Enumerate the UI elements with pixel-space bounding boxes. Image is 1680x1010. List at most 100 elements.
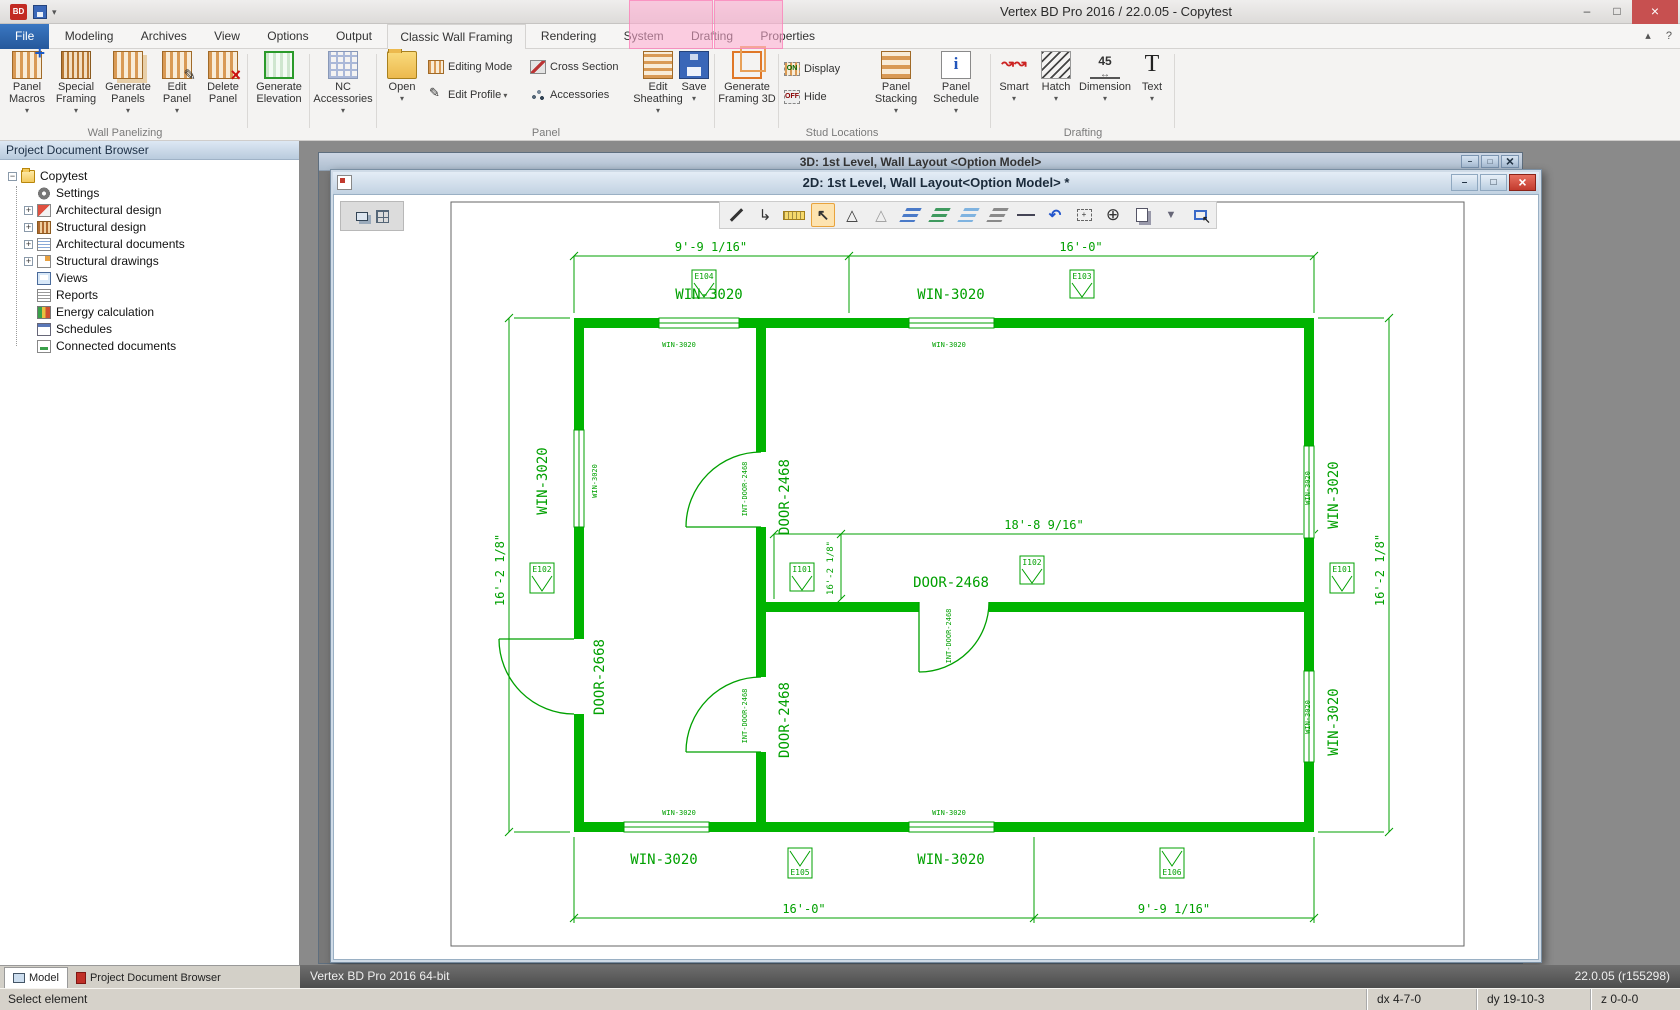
drawing-area[interactable]: + bbox=[333, 194, 1539, 960]
save-button[interactable]: Save bbox=[676, 51, 712, 125]
panel-schedule-button[interactable]: Panel Schedule bbox=[928, 51, 984, 125]
tree-item-architectural-documents[interactable]: Architectural documents bbox=[0, 236, 299, 252]
delete-panel-button[interactable]: Delete Panel bbox=[200, 51, 246, 125]
cross-section-button[interactable]: Cross Section bbox=[530, 55, 630, 79]
tree-item-views[interactable]: Views bbox=[0, 270, 299, 286]
coordinate-z: z 0-0-0 bbox=[1590, 989, 1680, 1010]
small-win-label: WIN-3020 bbox=[591, 464, 599, 498]
measure-tool-icon[interactable] bbox=[782, 203, 806, 227]
text-button[interactable]: Text bbox=[1134, 51, 1170, 125]
select-area-icon[interactable] bbox=[1188, 203, 1212, 227]
label-win-left: WIN-3020 bbox=[535, 447, 551, 514]
copy-icon[interactable] bbox=[1130, 203, 1154, 227]
tab-classic-wall-framing[interactable]: Classic Wall Framing bbox=[387, 24, 525, 49]
filter-icon[interactable] bbox=[1159, 203, 1183, 227]
tab-modeling[interactable]: Modeling bbox=[53, 24, 126, 49]
quick-save-icon[interactable] bbox=[33, 5, 47, 19]
tab-rendering[interactable]: Rendering bbox=[529, 24, 608, 49]
expand-icon[interactable] bbox=[24, 240, 33, 249]
display-button[interactable]: Display bbox=[784, 57, 864, 81]
tab-options[interactable]: Options bbox=[255, 24, 320, 49]
quick-access-dropdown-icon[interactable] bbox=[52, 4, 57, 20]
smart-button[interactable]: Smart bbox=[994, 51, 1034, 125]
application-statusbar: Vertex BD Pro 2016 64-bit 22.0.05 (r1552… bbox=[300, 965, 1680, 988]
maximize-button[interactable] bbox=[1480, 174, 1507, 191]
group-drafting: Smart Hatch Dimension Text Drafting bbox=[994, 49, 1172, 141]
select-tool-icon[interactable] bbox=[811, 203, 835, 227]
accessories-button[interactable]: Accessories bbox=[530, 83, 630, 107]
tree-item-reports[interactable]: Reports bbox=[0, 287, 299, 303]
layers-light-icon[interactable] bbox=[956, 203, 980, 227]
maximize-button[interactable] bbox=[1481, 155, 1499, 168]
tab-view[interactable]: View bbox=[202, 24, 252, 49]
nc-accessories-button[interactable]: NC Accessories bbox=[315, 51, 371, 125]
generate-elevation-button[interactable]: Generate Elevation bbox=[251, 51, 307, 125]
window-2d-titlebar[interactable]: 2D: 1st Level, Wall Layout<Option Model>… bbox=[333, 172, 1539, 194]
tab-archives[interactable]: Archives bbox=[129, 24, 199, 49]
edit-profile-button[interactable]: Edit Profile bbox=[428, 83, 528, 107]
snap-triangle-dashed-icon[interactable] bbox=[869, 203, 893, 227]
layers-gray-icon[interactable] bbox=[985, 203, 1009, 227]
hide-button[interactable]: Hide bbox=[784, 85, 864, 109]
tree-item-schedules[interactable]: Schedules bbox=[0, 321, 299, 337]
generate-panels-button[interactable]: Generate Panels bbox=[102, 51, 154, 125]
collapse-icon[interactable] bbox=[8, 172, 17, 181]
close-button[interactable] bbox=[1509, 174, 1536, 191]
open-button[interactable]: Open bbox=[380, 51, 424, 125]
minimize-button[interactable] bbox=[1572, 0, 1602, 24]
layers-green-icon[interactable] bbox=[927, 203, 951, 227]
layers-blue-icon[interactable] bbox=[898, 203, 922, 227]
group-generate-framing-3d: Generate Framing 3D bbox=[718, 49, 776, 141]
grid-view-icon[interactable] bbox=[376, 210, 389, 223]
expand-icon[interactable] bbox=[24, 223, 33, 232]
tree-item-connected-documents[interactable]: Connected documents bbox=[0, 338, 299, 354]
generate-framing-3d-button[interactable]: Generate Framing 3D bbox=[718, 51, 776, 125]
edit-profile-label: Edit Profile bbox=[448, 89, 507, 101]
snap-triangle-icon[interactable] bbox=[840, 203, 864, 227]
tab-pdb-label: Project Document Browser bbox=[90, 972, 221, 984]
tree-item-structural-drawings[interactable]: Structural drawings bbox=[0, 253, 299, 269]
help-icon[interactable] bbox=[1666, 30, 1672, 42]
hatch-button[interactable]: Hatch bbox=[1036, 51, 1076, 125]
window-2d[interactable]: 2D: 1st Level, Wall Layout<Option Model>… bbox=[330, 169, 1542, 963]
tab-model[interactable]: Model bbox=[4, 967, 68, 988]
close-button[interactable] bbox=[1632, 0, 1678, 24]
maximize-button[interactable] bbox=[1602, 0, 1632, 24]
tree-item-settings[interactable]: Settings bbox=[0, 185, 299, 201]
tile-windows-icon[interactable] bbox=[356, 212, 368, 221]
app-icon[interactable]: BD bbox=[10, 4, 27, 20]
tree-item-architectural-design[interactable]: Architectural design bbox=[0, 202, 299, 218]
undo-icon[interactable] bbox=[1043, 203, 1067, 227]
expand-icon[interactable] bbox=[24, 257, 33, 266]
collapse-ribbon-icon[interactable] bbox=[1645, 30, 1651, 42]
close-button[interactable] bbox=[1501, 155, 1519, 168]
expand-icon[interactable] bbox=[24, 206, 33, 215]
small-win-label: WIN-3020 bbox=[932, 341, 966, 349]
generate-elevation-icon bbox=[264, 51, 294, 79]
tree-item-copytest[interactable]: Copytest bbox=[0, 168, 299, 184]
special-framing-button[interactable]: Special Framing bbox=[52, 51, 100, 125]
model-icon bbox=[13, 973, 25, 983]
zoom-in-icon[interactable] bbox=[1101, 203, 1125, 227]
minimize-button[interactable] bbox=[1461, 155, 1479, 168]
minimize-button[interactable] bbox=[1451, 174, 1478, 191]
zoom-window-icon[interactable]: + bbox=[1072, 203, 1096, 227]
move-tool-icon[interactable] bbox=[753, 203, 777, 227]
tab-output[interactable]: Output bbox=[324, 24, 384, 49]
window-3d-title: 3D: 1st Level, Wall Layout <Option Model… bbox=[800, 155, 1042, 169]
panel-macros-button[interactable]: Panel Macros bbox=[4, 51, 50, 125]
dimension-button[interactable]: Dimension bbox=[1078, 51, 1132, 125]
panel-stacking-button[interactable]: Panel Stacking bbox=[868, 51, 924, 125]
tree-item-structural-design[interactable]: Structural design bbox=[0, 219, 299, 235]
line-tool-icon[interactable] bbox=[1014, 203, 1038, 227]
generate-panels-label: Generate Panels bbox=[105, 81, 151, 105]
tree-item-label: Schedules bbox=[56, 322, 112, 336]
editing-mode-button[interactable]: Editing Mode bbox=[428, 55, 528, 79]
pick-tool-icon[interactable] bbox=[724, 203, 748, 227]
floor-plan-canvas[interactable]: E104 E103 E102 I101 I102 E101 E105 E106 … bbox=[334, 195, 1539, 960]
tab-project-document-browser[interactable]: Project Document Browser bbox=[68, 967, 229, 988]
edit-panel-button[interactable]: Edit Panel bbox=[156, 51, 198, 125]
tag-i101: I101 bbox=[792, 565, 811, 574]
titlebar[interactable]: BD Vertex BD Pro 2016 / 22.0.05 - Copyte… bbox=[0, 0, 1680, 24]
tree-item-energy-calculation[interactable]: Energy calculation bbox=[0, 304, 299, 320]
